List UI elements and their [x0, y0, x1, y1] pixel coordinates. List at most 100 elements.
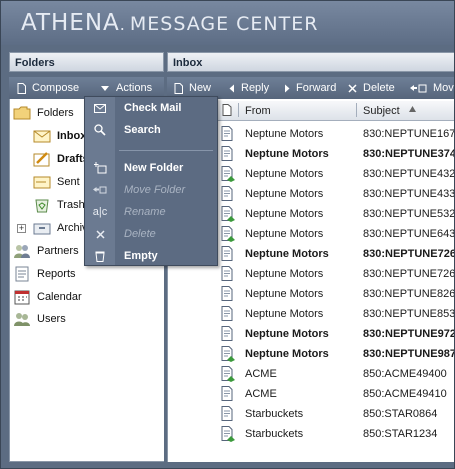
- message-row[interactable]: Neptune Motors 830:NEPTUNE8266: [168, 284, 454, 305]
- menu-item-new-folder[interactable]: New Folder: [85, 158, 217, 178]
- delete-x-icon: [85, 229, 115, 239]
- menu-item-label: Move Folder: [124, 184, 186, 196]
- menu-item-search[interactable]: Search: [85, 120, 217, 140]
- inbox-panel-title: Inbox: [173, 57, 203, 69]
- envelope-icon: [85, 103, 115, 113]
- tree-item-folders[interactable]: Folders: [13, 105, 74, 121]
- delete-label: Delete: [363, 82, 395, 94]
- tree-item-calendar[interactable]: Calendar: [13, 289, 82, 305]
- message-subject: 830:NEPTUNE7265: [363, 248, 455, 260]
- message-from: Neptune Motors: [245, 148, 329, 160]
- column-divider: [238, 103, 239, 117]
- folder-icon: [13, 105, 31, 121]
- menu-item-empty[interactable]: Empty: [85, 246, 217, 266]
- forward-button[interactable]: Forward: [284, 82, 336, 94]
- new-document-icon: [174, 82, 183, 94]
- inbox-panel-header: Inbox: [167, 52, 454, 72]
- subject-column-header[interactable]: Subject: [363, 105, 400, 117]
- delete-button[interactable]: Delete: [348, 82, 395, 94]
- message-document-icon: [220, 126, 236, 145]
- tree-item-partners[interactable]: Partners: [13, 243, 79, 259]
- tree-item-drafts[interactable]: Drafts: [33, 151, 89, 167]
- reply-button[interactable]: Reply: [229, 82, 269, 94]
- empty-trash-icon: [85, 251, 115, 262]
- message-document-icon: [220, 186, 236, 205]
- message-document-icon: [220, 366, 236, 385]
- calendar-icon: [13, 289, 31, 305]
- message-subject: 830:NEPTUNE7265: [363, 268, 455, 280]
- message-row[interactable]: Neptune Motors 830:NEPTUNE8532: [168, 304, 454, 325]
- tree-item-users[interactable]: Users: [13, 311, 66, 327]
- menu-item-label: Check Mail: [124, 102, 182, 114]
- tree-item-sent[interactable]: Sent: [33, 174, 80, 190]
- trash-icon: [33, 197, 51, 213]
- message-document-icon: [220, 306, 236, 325]
- message-row[interactable]: ACME 850:ACME49410: [168, 384, 454, 404]
- message-from: Neptune Motors: [245, 208, 324, 220]
- message-document-icon: [220, 226, 236, 245]
- from-column-header[interactable]: From: [245, 105, 271, 117]
- message-row[interactable]: Starbuckets 850:STAR1234: [168, 424, 454, 444]
- message-document-icon: [220, 146, 236, 165]
- tree-item-trash[interactable]: Trash: [33, 197, 85, 213]
- actions-menu: Check Mail Search New Folder Move Folder…: [84, 96, 218, 266]
- message-from: Neptune Motors: [245, 168, 324, 180]
- new-message-button[interactable]: New: [174, 82, 211, 94]
- message-document-icon: [220, 406, 236, 425]
- archive-expand-toggle[interactable]: +: [17, 224, 26, 233]
- move-button[interactable]: Move: [409, 82, 454, 94]
- sort-ascending-icon[interactable]: [408, 105, 417, 117]
- forward-label: Forward: [296, 82, 337, 94]
- menu-item-delete: Delete: [85, 224, 217, 244]
- tree-label: Trash: [57, 199, 85, 211]
- tree-item-inbox[interactable]: Inbox: [33, 128, 86, 144]
- menu-item-check-mail[interactable]: Check Mail: [85, 98, 217, 118]
- chevron-down-icon: [101, 86, 109, 91]
- magnifier-icon: [85, 124, 115, 136]
- menu-item-rename: a|c Rename: [85, 202, 217, 222]
- message-row[interactable]: ACME 850:ACME49400: [168, 364, 454, 385]
- move-folder-icon: [410, 84, 427, 92]
- message-row[interactable]: Neptune Motors 830:NEPTUNE7265: [168, 264, 455, 284]
- message-row[interactable]: Neptune Motors 830:NEPTUNE9875: [168, 344, 454, 364]
- message-subject: 830:NEPTUNE3745: [363, 148, 455, 160]
- tree-item-reports[interactable]: Reports: [13, 266, 76, 282]
- delete-x-icon: [348, 83, 357, 93]
- message-subject: 850:ACME49400: [363, 368, 447, 380]
- message-document-icon: [220, 206, 236, 225]
- compose-icon: [17, 82, 26, 94]
- message-from: Neptune Motors: [245, 268, 324, 280]
- message-subject: 850:STAR0864: [363, 408, 438, 420]
- compose-button[interactable]: Compose: [17, 82, 79, 94]
- app-subtitle: MESSAGE CENTER: [129, 13, 319, 35]
- tree-label: Partners: [37, 245, 79, 257]
- compose-label: Compose: [32, 82, 80, 94]
- reports-icon: [13, 266, 31, 282]
- tree-label: Users: [37, 313, 66, 325]
- sent-icon: [33, 174, 51, 190]
- reply-arrow-icon: [229, 84, 234, 92]
- tree-label: Sent: [57, 176, 80, 188]
- menu-item-label: Rename: [124, 206, 166, 218]
- message-document-icon: [220, 286, 236, 305]
- message-subject: 850:ACME49410: [363, 388, 447, 400]
- move-label: Move: [433, 82, 454, 94]
- message-subject: 830:NEPTUNE4322: [363, 168, 455, 180]
- forward-arrow-icon: [285, 84, 290, 92]
- message-row[interactable]: Neptune Motors 830:NEPTUNE9726: [168, 324, 455, 344]
- new-folder-icon: [85, 162, 115, 174]
- message-from: Neptune Motors: [245, 328, 329, 340]
- message-row[interactable]: Starbuckets 850:STAR0864: [168, 404, 454, 425]
- tree-label: Folders: [37, 107, 74, 119]
- message-subject: 830:NEPTUNE5321: [363, 208, 455, 220]
- message-from: Starbuckets: [245, 408, 304, 420]
- actions-button[interactable]: Actions: [100, 82, 152, 94]
- rename-icon: a|c: [92, 206, 108, 218]
- message-subject: 830:NEPTUNE9726: [363, 328, 455, 340]
- menu-item-move-folder: Move Folder: [85, 180, 217, 200]
- brand-dot: .: [119, 15, 126, 34]
- actions-label: Actions: [116, 82, 153, 94]
- menu-item-label: Empty: [124, 250, 158, 262]
- message-from: Starbuckets: [245, 428, 304, 440]
- attachment-column-icon[interactable]: [222, 104, 232, 119]
